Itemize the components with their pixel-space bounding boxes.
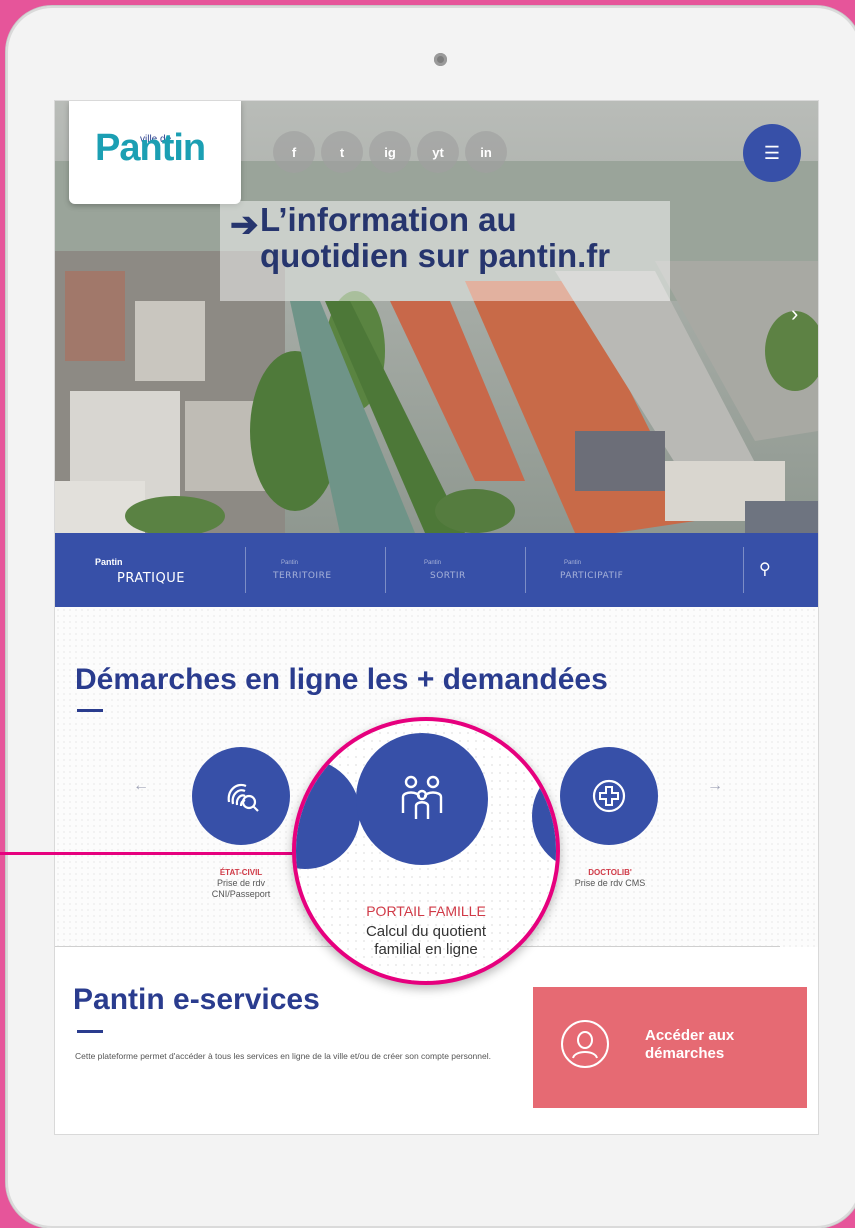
magnifier-callout: PORTAIL FAMILLE Calcul du quotient famil…	[292, 717, 560, 985]
nav-divider	[385, 547, 386, 593]
menu-button[interactable]: ☰	[743, 124, 801, 182]
title-underline	[77, 709, 103, 712]
nav-item-label: SORTIR	[430, 571, 466, 581]
card-title: ÉTAT-CIVIL	[219, 868, 263, 877]
nav-divider	[525, 547, 526, 593]
family-icon	[401, 775, 443, 819]
doctolib-card[interactable]	[560, 747, 658, 845]
user-icon	[561, 1020, 609, 1068]
hero-headline[interactable]: ➔ L’information au quotidien sur pantin.…	[220, 201, 670, 301]
title-underline	[77, 1030, 103, 1033]
nav-divider	[743, 547, 744, 593]
hamburger-icon: ☰	[763, 142, 781, 163]
hero-next-icon[interactable]: ›	[791, 301, 798, 327]
arrow-right-icon: ➔	[230, 206, 259, 244]
medical-cross-icon	[592, 779, 626, 813]
nav-item-small: Pantin	[424, 560, 442, 566]
etat-civil-label: ÉTAT-CIVIL Prise de rdv CNI/Passeport	[182, 867, 300, 900]
instagram-icon[interactable]: ig	[369, 131, 411, 173]
card-line: Prise de rdv CMS	[574, 878, 646, 888]
search-icon[interactable]: ⚲	[759, 559, 771, 579]
carousel-next-icon[interactable]: →	[707, 777, 723, 795]
cta-line-2: démarches	[645, 1045, 725, 1062]
hero-banner: ville de Pantin f t ig yt in ☰ ➔ L’infor…	[55, 101, 818, 533]
doctolib-label: DOCTOLIB' Prise de rdv CMS	[555, 867, 665, 889]
portail-famille-card[interactable]	[356, 733, 488, 865]
card-line: CNI/Passeport	[211, 889, 271, 899]
logo-title: Pantin	[95, 127, 206, 169]
card-title: DOCTOLIB'	[588, 868, 632, 877]
eservices-description: Cette plateforme permet d'accéder à tous…	[75, 1051, 491, 1061]
nav-item-small: Pantin	[281, 560, 299, 566]
fingerprint-icon	[227, 783, 259, 812]
card-line: Prise de rdv	[216, 878, 266, 888]
nav-item-label: PRATIQUE	[117, 571, 185, 586]
nav-item-small: Pantin	[95, 557, 123, 567]
carousel-prev-icon[interactable]: ←	[133, 777, 149, 795]
etat-civil-card[interactable]	[192, 747, 290, 845]
headline-line-2: quotidien sur pantin.fr	[260, 237, 611, 274]
youtube-icon[interactable]: yt	[417, 131, 459, 173]
facebook-icon[interactable]: f	[273, 131, 315, 173]
cta-line-1: Accéder aux	[645, 1027, 735, 1044]
eservices-title: Pantin e-services	[73, 983, 320, 1016]
headline-line-1: L’information au	[260, 201, 517, 238]
access-demarches-button[interactable]: Accéder aux démarches	[533, 987, 807, 1108]
camera-lens	[434, 53, 447, 66]
twitter-icon[interactable]: t	[321, 131, 363, 173]
callout-line	[0, 852, 296, 855]
card-title: PORTAIL FAMILLE	[366, 903, 486, 919]
nav-divider	[245, 547, 246, 593]
site-logo[interactable]: ville de Pantin	[69, 101, 241, 204]
card-line: familial en ligne	[374, 941, 478, 958]
portail-famille-label: PORTAIL FAMILLE Calcul du quotient famil…	[296, 903, 556, 959]
nav-item-small: Pantin	[564, 560, 582, 566]
nav-item-label: TERRITOIRE	[273, 571, 332, 581]
nav-item-label: PARTICIPATIF	[560, 571, 624, 581]
card-line: Calcul du quotient	[365, 923, 487, 940]
linkedin-icon[interactable]: in	[465, 131, 507, 173]
main-nav: Pantin PRATIQUE Pantin TERRITOIRE Pantin…	[55, 533, 818, 607]
demarches-title: Démarches en ligne les + demandées	[75, 663, 608, 696]
cta-label: Accéder aux démarches	[645, 1027, 734, 1063]
